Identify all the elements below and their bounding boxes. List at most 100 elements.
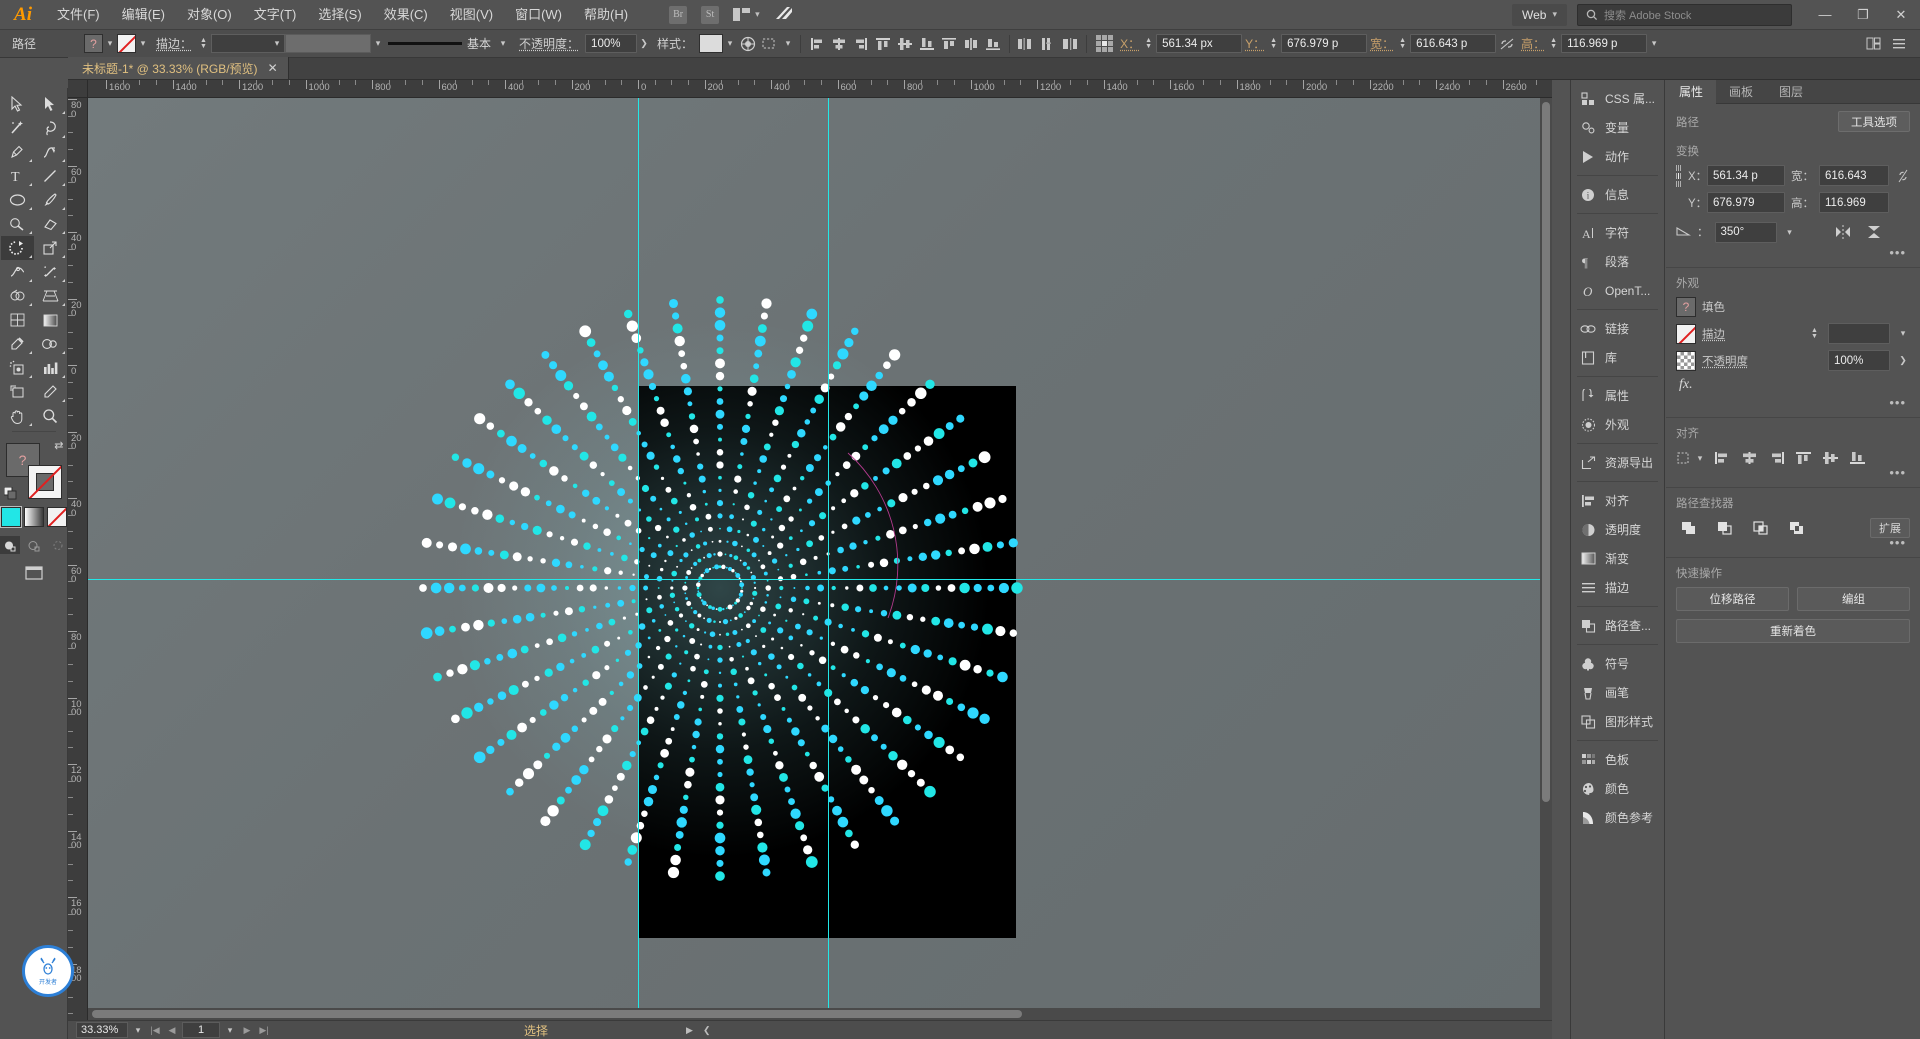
line-segment-tool[interactable]	[34, 164, 67, 188]
dock-item-opentype[interactable]: O OpenT...	[1571, 276, 1664, 305]
panel-options-menu-button[interactable]	[1888, 33, 1910, 55]
tab-artboards[interactable]: 画板	[1716, 80, 1766, 104]
dock-item-align[interactable]: 对齐	[1571, 486, 1664, 515]
opacity-flyout-icon[interactable]: ❯	[637, 38, 651, 49]
stroke-weight-chevron-icon[interactable]: ▾	[1896, 328, 1910, 339]
x-input[interactable]: 561.34 px	[1156, 34, 1243, 53]
default-fill-stroke-icon[interactable]	[3, 486, 18, 501]
window-minimize-button[interactable]: —	[1806, 0, 1844, 30]
scale-tool[interactable]	[34, 236, 67, 260]
close-icon[interactable]: ✕	[268, 61, 278, 75]
rotate-tool[interactable]	[0, 236, 34, 260]
menu-type[interactable]: 文字(T)	[243, 0, 308, 30]
dock-item-brushes[interactable]: 画笔	[1571, 678, 1664, 707]
shape-builder-tool[interactable]	[1, 284, 34, 308]
lasso-tool[interactable]	[34, 116, 67, 140]
angle-chevron-icon[interactable]: ▾	[1783, 227, 1797, 238]
opacity-input[interactable]: 100%	[585, 34, 638, 53]
lock-proportions-icon[interactable]	[1496, 33, 1518, 55]
type-tool[interactable]: T	[1, 164, 34, 188]
stroke-weight-stepper[interactable]: ▲ ▼	[198, 37, 209, 50]
appearance-more-options[interactable]: •••	[1676, 396, 1910, 409]
screen-mode-button[interactable]	[22, 564, 46, 582]
lock-proportions-icon[interactable]	[1896, 165, 1910, 187]
paintbrush-tool[interactable]	[34, 188, 67, 212]
dock-item-actions[interactable]: 动作	[1571, 142, 1664, 171]
zoom-level-input[interactable]: 33.33%	[76, 1022, 128, 1038]
stroke-weight-input[interactable]	[1828, 323, 1890, 344]
eyedropper-tool[interactable]	[1, 332, 34, 356]
zoom-tool[interactable]	[34, 404, 67, 428]
direct-selection-tool[interactable]	[34, 92, 67, 116]
dock-item-transparency[interactable]: 透明度	[1571, 515, 1664, 544]
pathfinder-exclude-button[interactable]	[1784, 517, 1810, 539]
align-top-button[interactable]	[1791, 447, 1816, 469]
distribute-center-button[interactable]	[960, 33, 982, 55]
dock-item-color[interactable]: 颜色	[1571, 774, 1664, 803]
dock-item-css-properties[interactable]: CSS 属...	[1571, 84, 1664, 113]
reference-point-selector[interactable]	[1096, 35, 1114, 52]
magic-wand-tool[interactable]	[1, 116, 34, 140]
ruler-corner[interactable]	[68, 80, 88, 98]
window-close-button[interactable]: ✕	[1882, 0, 1920, 30]
align-bottom-button[interactable]	[1845, 447, 1870, 469]
dock-item-character[interactable]: A 字符	[1571, 218, 1664, 247]
horizontal-ruler[interactable]: 1600 1400 1200 1000 800 600 400 200 0 200 400 600 80…	[88, 80, 1552, 98]
distribute-bottom-button[interactable]	[982, 33, 1004, 55]
menu-effect[interactable]: 效果(C)	[373, 0, 439, 30]
swap-fill-stroke-icon[interactable]: ⇄	[54, 439, 63, 452]
hand-tool[interactable]	[1, 404, 34, 428]
dock-item-appearance[interactable]: 外观	[1571, 410, 1664, 439]
style-chevron-icon[interactable]: ▾	[723, 38, 737, 49]
search-input[interactable]: 搜索 Adobe Stock	[1577, 3, 1792, 26]
tab-layers[interactable]: 图层	[1766, 80, 1816, 104]
next-artboard-button[interactable]: ▶	[240, 1025, 254, 1036]
menu-edit[interactable]: 编辑(E)	[111, 0, 176, 30]
menu-help[interactable]: 帮助(H)	[573, 0, 639, 30]
slice-tool[interactable]	[34, 380, 67, 404]
blend-tool[interactable]	[34, 332, 67, 356]
align-right-button[interactable]	[850, 33, 872, 55]
pathfinder-more-options[interactable]: •••	[1676, 536, 1910, 549]
distribute-spacing-v-button[interactable]	[1037, 33, 1059, 55]
dock-item-attributes[interactable]: 属性	[1571, 381, 1664, 410]
dock-item-pathfinder[interactable]: 路径查...	[1571, 611, 1664, 640]
stock-swoosh-icon[interactable]	[774, 5, 794, 25]
workspace-switcher[interactable]: Web ▾	[1512, 3, 1567, 26]
y-stepper[interactable]: ▲ ▼	[1268, 37, 1279, 50]
transform-flyout-icon[interactable]: ▾	[1647, 38, 1661, 49]
symbol-sprayer-tool[interactable]	[1, 356, 34, 380]
dock-item-graphic-styles[interactable]: 图形样式	[1571, 707, 1664, 736]
curvature-tool[interactable]	[34, 140, 67, 164]
select-similar-chevron-icon[interactable]: ▾	[781, 38, 795, 49]
x-input[interactable]: 561.34 p	[1707, 165, 1785, 186]
align-middle-vertical-button[interactable]	[894, 33, 916, 55]
status-tail-controls[interactable]: ▶ ❮	[686, 1025, 710, 1036]
artboard-tool[interactable]	[1, 380, 34, 404]
height-stepper[interactable]: ▲ ▼	[1548, 37, 1559, 50]
x-stepper[interactable]: ▲ ▼	[1143, 37, 1154, 50]
align-left-button[interactable]	[806, 33, 828, 55]
selection-tool[interactable]	[1, 92, 34, 116]
width-input[interactable]: 616.643 p	[1410, 34, 1497, 53]
artwork-graphic[interactable]	[88, 98, 1552, 1020]
arrange-documents-button[interactable]: ▾	[733, 8, 760, 21]
tab-properties[interactable]: 属性	[1666, 80, 1717, 104]
last-artboard-button[interactable]: ▶|	[257, 1025, 271, 1036]
align-more-options[interactable]: •••	[1676, 466, 1910, 479]
dock-item-info[interactable]: i 信息	[1571, 180, 1664, 209]
artboard-viewport[interactable]	[88, 98, 1552, 1020]
stroke-weight-input[interactable]: ▾	[211, 34, 286, 53]
y-input[interactable]: 676.979 p	[1281, 34, 1368, 53]
guide-vertical-center[interactable]	[828, 98, 829, 1020]
align-to-dropdown[interactable]: ▾	[1676, 447, 1708, 469]
column-graph-tool[interactable]	[34, 356, 67, 380]
dock-item-paragraph[interactable]: ¶ 段落	[1571, 247, 1664, 276]
menu-window[interactable]: 窗口(W)	[504, 0, 573, 30]
prev-artboard-button[interactable]: ◀	[165, 1025, 179, 1036]
dock-item-libraries[interactable]: 库	[1571, 343, 1664, 372]
zoom-chevron-icon[interactable]: ▾	[131, 1025, 145, 1036]
transform-more-options[interactable]: •••	[1676, 246, 1910, 259]
opacity-swatch[interactable]	[1676, 350, 1696, 371]
height-input[interactable]: 116.969 p	[1561, 34, 1648, 53]
